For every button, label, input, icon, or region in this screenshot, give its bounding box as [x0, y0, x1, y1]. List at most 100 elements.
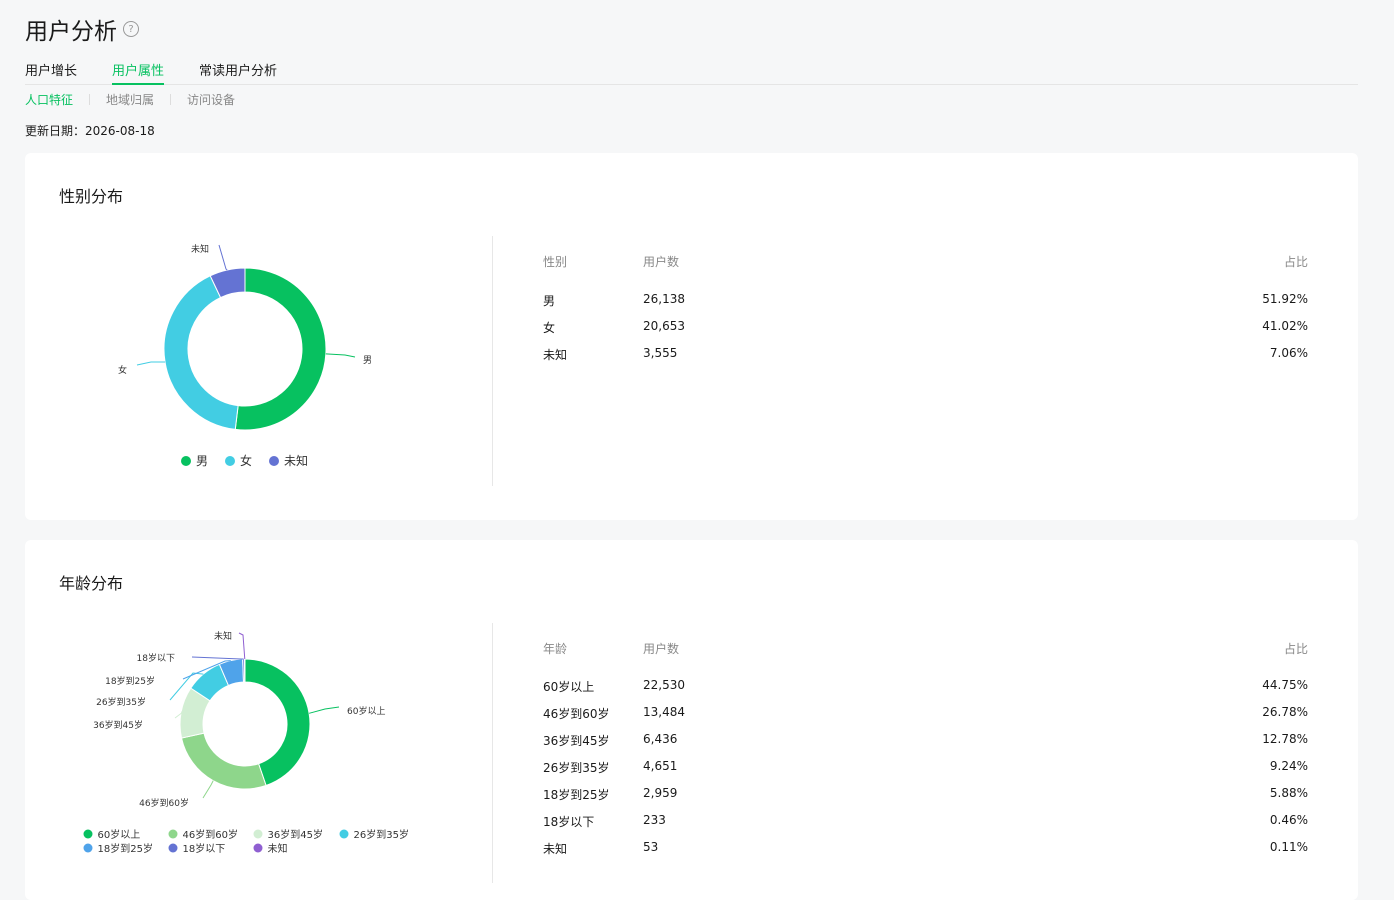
- legend-label: 18岁以下: [183, 842, 226, 855]
- slice-label: 未知: [214, 630, 232, 642]
- table-cell: 2,959: [643, 786, 677, 800]
- sub-tabs: 人口特征 地域归属 访问设备: [25, 91, 235, 108]
- table-cell: 男: [543, 292, 555, 309]
- update-date: 更新日期：2026-08-18: [25, 122, 155, 139]
- table-cell: 22,530: [643, 678, 685, 692]
- table-cell: 46岁到60岁: [543, 705, 610, 722]
- tab-user-attributes[interactable]: 用户属性: [112, 60, 164, 85]
- legend-item[interactable]: 未知: [269, 454, 308, 468]
- legend-label: 男: [196, 454, 208, 468]
- gender-distribution-card: 性别分布 男女未知男女未知 性别 用户数 占比 男 26,138 51.92% …: [25, 153, 1358, 520]
- table-cell: 6,436: [643, 732, 677, 746]
- legend-label: 26岁到35岁: [354, 828, 409, 841]
- question-circle-icon[interactable]: ?: [123, 21, 139, 37]
- gender-donut-chart: 男女未知男女未知: [25, 153, 492, 520]
- table-cell: 0.11%: [1270, 840, 1308, 854]
- slice-label: 未知: [191, 243, 209, 255]
- legend-marker: [254, 830, 263, 839]
- legend-item[interactable]: 18岁以下: [169, 842, 226, 855]
- tab-frequent-readers[interactable]: 常读用户分析: [199, 60, 277, 83]
- page-title-text: 用户分析: [25, 12, 117, 46]
- legend-item[interactable]: 26岁到35岁: [340, 828, 409, 841]
- table-cell: 12.78%: [1262, 732, 1308, 746]
- table-cell: 5.88%: [1270, 786, 1308, 800]
- slice-label: 18岁到25岁: [105, 675, 155, 687]
- gender-col-pct: 占比: [1284, 253, 1308, 270]
- card-divider: [492, 236, 493, 486]
- legend-label: 未知: [284, 454, 308, 468]
- subtab-device[interactable]: 访问设备: [187, 91, 235, 108]
- legend-marker: [225, 456, 235, 466]
- subtab-divider: [170, 94, 171, 105]
- legend-marker: [169, 844, 178, 853]
- leader-line: [219, 245, 227, 270]
- table-cell: 女: [543, 319, 555, 336]
- table-cell: 未知: [543, 346, 567, 363]
- slice-label: 女: [118, 364, 127, 376]
- legend-label: 46岁到60岁: [183, 828, 238, 841]
- legend-label: 未知: [268, 842, 288, 855]
- legend-marker: [84, 844, 93, 853]
- legend-label: 18岁到25岁: [98, 842, 153, 855]
- legend-marker: [254, 844, 263, 853]
- user-analysis-page: 用户分析 ? 用户增长 用户属性 常读用户分析 人口特征 地域归属 访问设备 更…: [0, 0, 1394, 875]
- update-date-label: 更新日期：: [25, 124, 85, 138]
- table-cell: 未知: [543, 840, 567, 857]
- legend-item[interactable]: 未知: [254, 842, 288, 855]
- update-date-value: 2026-08-18: [85, 124, 155, 138]
- legend-label: 女: [240, 453, 252, 468]
- legend-marker: [84, 830, 93, 839]
- tab-user-growth[interactable]: 用户增长: [25, 60, 77, 83]
- leader-line: [192, 657, 244, 659]
- page-title: 用户分析 ?: [25, 12, 139, 46]
- slice-label: 男: [363, 355, 372, 366]
- gender-col-count: 用户数: [643, 253, 679, 270]
- slice-label: 18岁以下: [137, 652, 175, 664]
- age-donut-chart: 60岁以上46岁到60岁36岁到45岁26岁到35岁18岁到25岁18岁以下未知…: [25, 540, 492, 875]
- leader-line: [203, 781, 213, 798]
- legend-marker: [181, 456, 191, 466]
- slice-label: 60岁以上: [347, 705, 385, 717]
- table-cell: 20,653: [643, 319, 685, 333]
- slice-label: 36岁到45岁: [93, 719, 143, 731]
- legend-marker: [340, 830, 349, 839]
- legend-item[interactable]: 36岁到45岁: [254, 828, 323, 841]
- donut-slice[interactable]: [235, 268, 326, 430]
- table-cell: 41.02%: [1262, 319, 1308, 333]
- gender-col-header: 性别: [543, 253, 567, 270]
- leader-line: [326, 354, 355, 357]
- age-col-header: 年龄: [543, 640, 567, 657]
- legend-marker: [269, 456, 279, 466]
- table-cell: 3,555: [643, 346, 677, 360]
- age-col-count: 用户数: [643, 640, 679, 657]
- donut-slice[interactable]: [182, 733, 267, 789]
- age-col-pct: 占比: [1284, 640, 1308, 657]
- legend-item[interactable]: 女: [225, 453, 252, 468]
- card-divider: [492, 623, 493, 883]
- table-cell: 4,651: [643, 759, 677, 773]
- subtab-region[interactable]: 地域归属: [106, 91, 154, 108]
- leader-line: [309, 707, 339, 713]
- main-tabs: 用户增长 用户属性 常读用户分析: [25, 60, 1358, 85]
- legend-marker: [169, 830, 178, 839]
- legend-item[interactable]: 男: [181, 454, 208, 468]
- table-cell: 13,484: [643, 705, 685, 719]
- leader-line: [137, 362, 165, 365]
- subtab-demographics[interactable]: 人口特征: [25, 91, 73, 108]
- legend-item[interactable]: 60岁以上: [84, 828, 141, 841]
- legend-item[interactable]: 46岁到60岁: [169, 828, 238, 841]
- table-cell: 51.92%: [1262, 292, 1308, 306]
- leader-line: [239, 633, 245, 659]
- table-cell: 9.24%: [1270, 759, 1308, 773]
- legend-label: 60岁以上: [98, 828, 141, 841]
- legend-item[interactable]: 18岁到25岁: [84, 842, 153, 855]
- table-cell: 18岁到25岁: [543, 786, 610, 803]
- donut-slice[interactable]: [164, 276, 238, 430]
- subtab-divider: [89, 94, 90, 105]
- slice-label: 46岁到60岁: [139, 797, 189, 809]
- table-cell: 18岁以下: [543, 813, 594, 830]
- table-cell: 26,138: [643, 292, 685, 306]
- table-cell: 53: [643, 840, 658, 854]
- table-cell: 60岁以上: [543, 678, 594, 695]
- table-cell: 26岁到35岁: [543, 759, 610, 776]
